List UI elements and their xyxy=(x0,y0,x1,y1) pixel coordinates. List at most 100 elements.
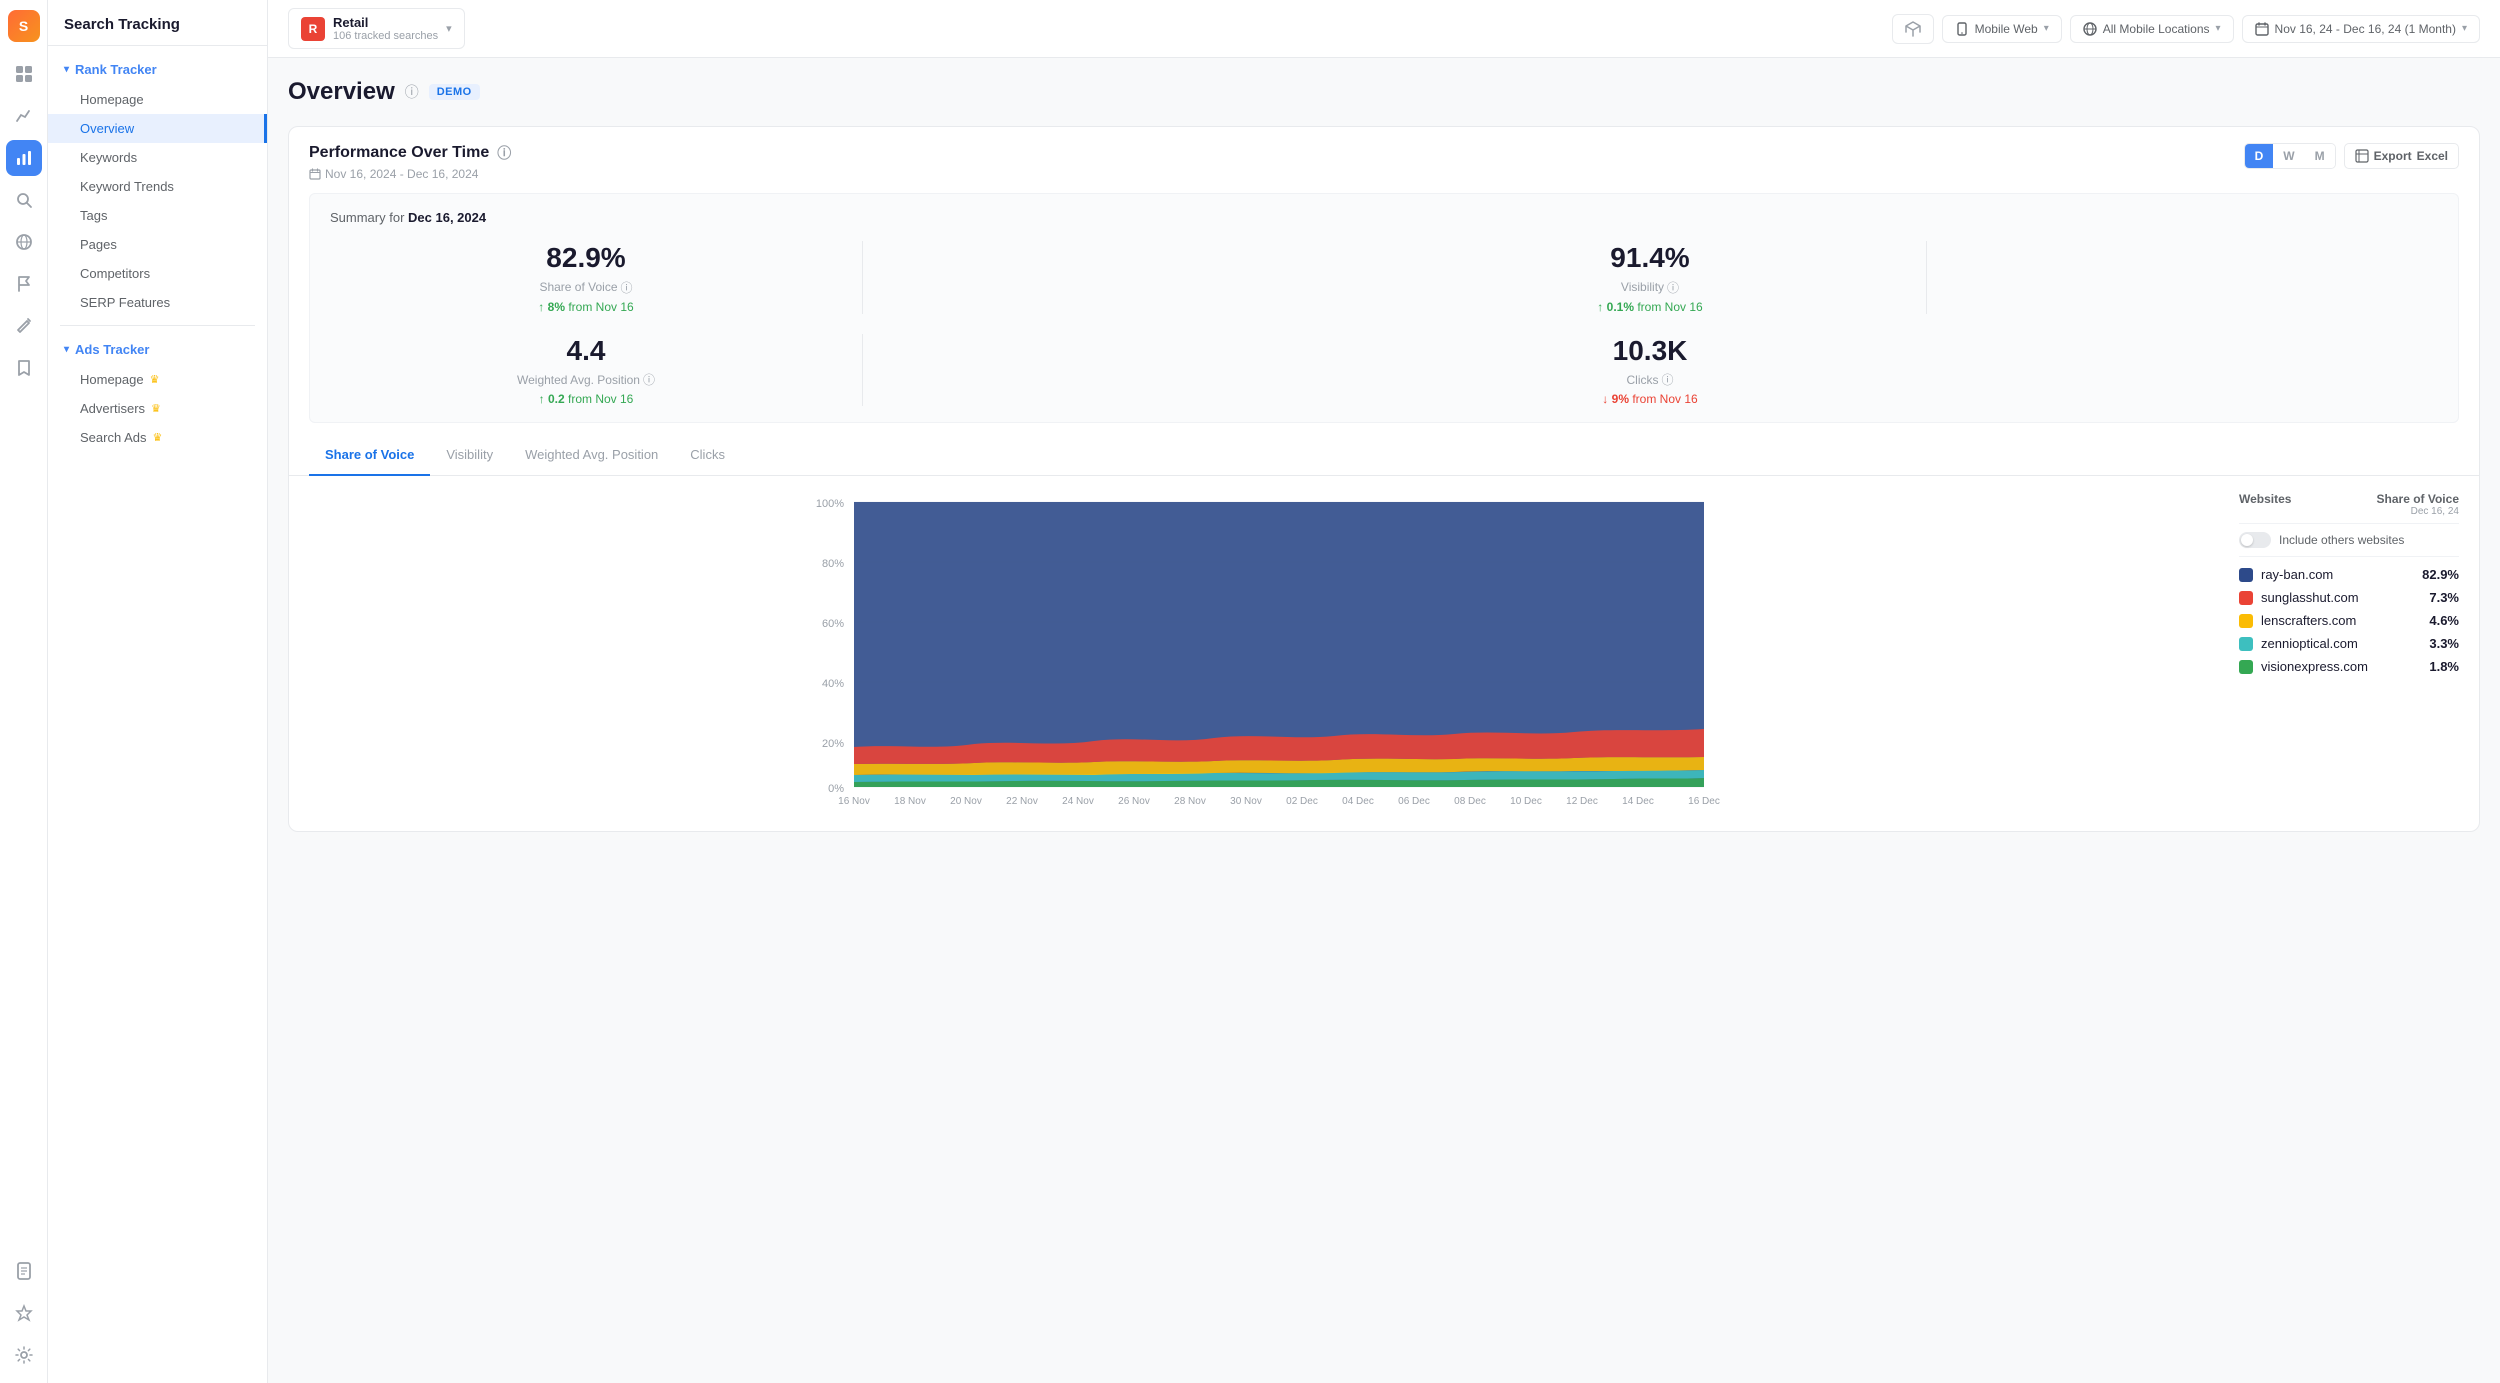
legend-site-lenscrafters: lenscrafters.com xyxy=(2261,613,2356,628)
project-icon: R xyxy=(301,17,325,41)
svg-text:06 Dec: 06 Dec xyxy=(1398,796,1430,807)
toggle-label: Include others websites xyxy=(2279,533,2404,547)
chart-svg: 100% 80% 60% 40% 20% 0% xyxy=(309,492,2219,812)
svg-text:16 Dec: 16 Dec xyxy=(1688,796,1720,807)
vis-info-icon[interactable]: ⓘ xyxy=(1667,279,1679,296)
svg-text:60%: 60% xyxy=(822,618,844,630)
card-title: Performance Over Time ⓘ xyxy=(309,143,511,163)
wap-info-icon[interactable]: ⓘ xyxy=(643,371,655,388)
sidebar-item-label: Pages xyxy=(80,237,117,252)
ads-tracker-header[interactable]: ▾ Ads Tracker xyxy=(48,334,267,365)
sidebar-item-label: Advertisers xyxy=(80,401,145,416)
rail-icon-doc[interactable] xyxy=(6,1253,42,1289)
date-range-selector[interactable]: Nov 16, 24 - Dec 16, 24 (1 Month) ▾ xyxy=(2242,15,2480,43)
topbar-controls: Mobile Web ▾ All Mobile Locations ▾ Nov … xyxy=(1892,14,2480,44)
rail-icon-flag[interactable] xyxy=(6,266,42,302)
sidebar-item-tags[interactable]: Tags xyxy=(48,201,267,230)
metric-divider-2 xyxy=(1926,241,1927,314)
sidebar-item-keywords[interactable]: Keywords xyxy=(48,143,267,172)
app-logo[interactable]: S xyxy=(8,10,40,42)
ads-tracker-chevron: ▾ xyxy=(64,344,69,355)
sidebar-item-ads-homepage[interactable]: Homepage ♛ xyxy=(48,365,267,394)
legend-site-sunglasshut: sunglasshut.com xyxy=(2261,590,2359,605)
toggle-include-others[interactable] xyxy=(2239,532,2271,548)
location-selector[interactable]: All Mobile Locations ▾ xyxy=(2070,15,2234,43)
clicks-info-icon[interactable]: ⓘ xyxy=(1661,371,1673,388)
chart-legend: Websites Share of Voice Dec 16, 24 Inclu… xyxy=(2239,492,2459,815)
metric-label-wap: Weighted Avg. Position ⓘ xyxy=(517,371,655,388)
topbar: R Retail 106 tracked searches ▾ Mobile W… xyxy=(268,0,2500,58)
legend-color-visionexpress xyxy=(2239,660,2253,674)
svg-text:80%: 80% xyxy=(822,558,844,570)
sidebar-item-pages[interactable]: Pages xyxy=(48,230,267,259)
card-title-text: Performance Over Time xyxy=(309,144,489,162)
sidebar-item-advertisers[interactable]: Advertisers ♛ xyxy=(48,394,267,423)
card-date-text: Nov 16, 2024 - Dec 16, 2024 xyxy=(325,167,478,181)
legend-toggle: Include others websites xyxy=(2239,532,2459,557)
date-chevron-icon: ▾ xyxy=(2462,23,2467,34)
rail-icon-star[interactable] xyxy=(6,1295,42,1331)
rail-icon-search[interactable] xyxy=(6,182,42,218)
legend-item-sunglasshut: sunglasshut.com 7.3% xyxy=(2239,590,2459,605)
rail-icon-chart[interactable] xyxy=(6,140,42,176)
svg-text:24 Nov: 24 Nov xyxy=(1062,796,1094,807)
tab-visibility[interactable]: Visibility xyxy=(430,435,509,476)
project-info: Retail 106 tracked searches xyxy=(333,15,438,42)
metric-divider-1 xyxy=(862,241,863,314)
svg-text:14 Dec: 14 Dec xyxy=(1622,796,1654,807)
education-button[interactable] xyxy=(1892,14,1934,44)
page-info-icon[interactable]: ⓘ xyxy=(405,82,419,102)
metric-value-wap: 4.4 xyxy=(567,334,606,368)
metrics-row: 82.9% Share of Voice ⓘ ↑ 8% from Nov 16 … xyxy=(330,241,2438,406)
chart-tab-bar: Share of Voice Visibility Weighted Avg. … xyxy=(289,435,2479,476)
legend-pct-rayban: 82.9% xyxy=(2422,567,2459,582)
legend-item-visionexpress: visionexpress.com 1.8% xyxy=(2239,659,2459,674)
main-area: R Retail 106 tracked searches ▾ Mobile W… xyxy=(268,0,2500,1383)
device-chevron-icon: ▾ xyxy=(2044,23,2049,34)
legend-color-zennioptical xyxy=(2239,637,2253,651)
device-selector[interactable]: Mobile Web ▾ xyxy=(1942,15,2062,43)
rail-icon-pencil[interactable] xyxy=(6,308,42,344)
export-excel-button[interactable]: Export Excel xyxy=(2344,143,2459,169)
svg-text:08 Dec: 08 Dec xyxy=(1454,796,1486,807)
page-header: Overview ⓘ DEMO xyxy=(288,78,2480,106)
rail-icon-settings[interactable] xyxy=(6,1337,42,1373)
card-title-area: Performance Over Time ⓘ Nov 16, 2024 - D… xyxy=(309,143,511,181)
metric-weighted-avg-position: 4.4 Weighted Avg. Position ⓘ ↑ 0.2 from … xyxy=(330,334,842,407)
chart-area: 100% 80% 60% 40% 20% 0% xyxy=(289,476,2479,831)
card-info-icon[interactable]: ⓘ xyxy=(497,143,511,163)
metric-value-visibility: 91.4% xyxy=(1610,241,1689,275)
rank-tracker-header[interactable]: ▾ Rank Tracker xyxy=(48,54,267,85)
card-date: Nov 16, 2024 - Dec 16, 2024 xyxy=(309,167,511,181)
svg-text:20 Nov: 20 Nov xyxy=(950,796,982,807)
sidebar-item-label: Homepage xyxy=(80,372,144,387)
svg-text:28 Nov: 28 Nov xyxy=(1174,796,1206,807)
date-range-label: Nov 16, 24 - Dec 16, 24 (1 Month) xyxy=(2275,22,2456,36)
rail-icon-bookmark[interactable] xyxy=(6,350,42,386)
sidebar-item-competitors[interactable]: Competitors xyxy=(48,259,267,288)
metric-label-visibility: Visibility ⓘ xyxy=(1621,279,1679,296)
rail-icon-analytics[interactable] xyxy=(6,98,42,134)
sidebar-item-homepage[interactable]: Homepage xyxy=(48,85,267,114)
sov-info-icon[interactable]: ⓘ xyxy=(621,279,633,296)
period-btn-m[interactable]: M xyxy=(2305,144,2335,168)
summary-label-text: Summary for xyxy=(330,210,404,225)
legend-color-lenscrafters xyxy=(2239,614,2253,628)
rail-icon-dashboard[interactable] xyxy=(6,56,42,92)
project-selector[interactable]: R Retail 106 tracked searches ▾ xyxy=(288,8,465,49)
tab-clicks[interactable]: Clicks xyxy=(674,435,741,476)
period-btn-w[interactable]: W xyxy=(2273,144,2304,168)
period-btn-d[interactable]: D xyxy=(2245,144,2274,168)
sidebar-item-serp-features[interactable]: SERP Features xyxy=(48,288,267,317)
tab-weighted-avg-position[interactable]: Weighted Avg. Position xyxy=(509,435,674,476)
location-chevron-icon: ▾ xyxy=(2216,23,2221,34)
sidebar-item-search-ads[interactable]: Search Ads ♛ xyxy=(48,423,267,452)
tab-share-of-voice[interactable]: Share of Voice xyxy=(309,435,430,476)
sidebar-item-overview[interactable]: Overview xyxy=(48,114,267,143)
demo-badge: DEMO xyxy=(429,84,480,100)
svg-text:18 Nov: 18 Nov xyxy=(894,796,926,807)
metric-change-sov: ↑ 8% from Nov 16 xyxy=(538,300,633,314)
sidebar-item-keyword-trends[interactable]: Keyword Trends xyxy=(48,172,267,201)
sidebar-title: Search Tracking xyxy=(48,0,267,46)
rail-icon-globe[interactable] xyxy=(6,224,42,260)
